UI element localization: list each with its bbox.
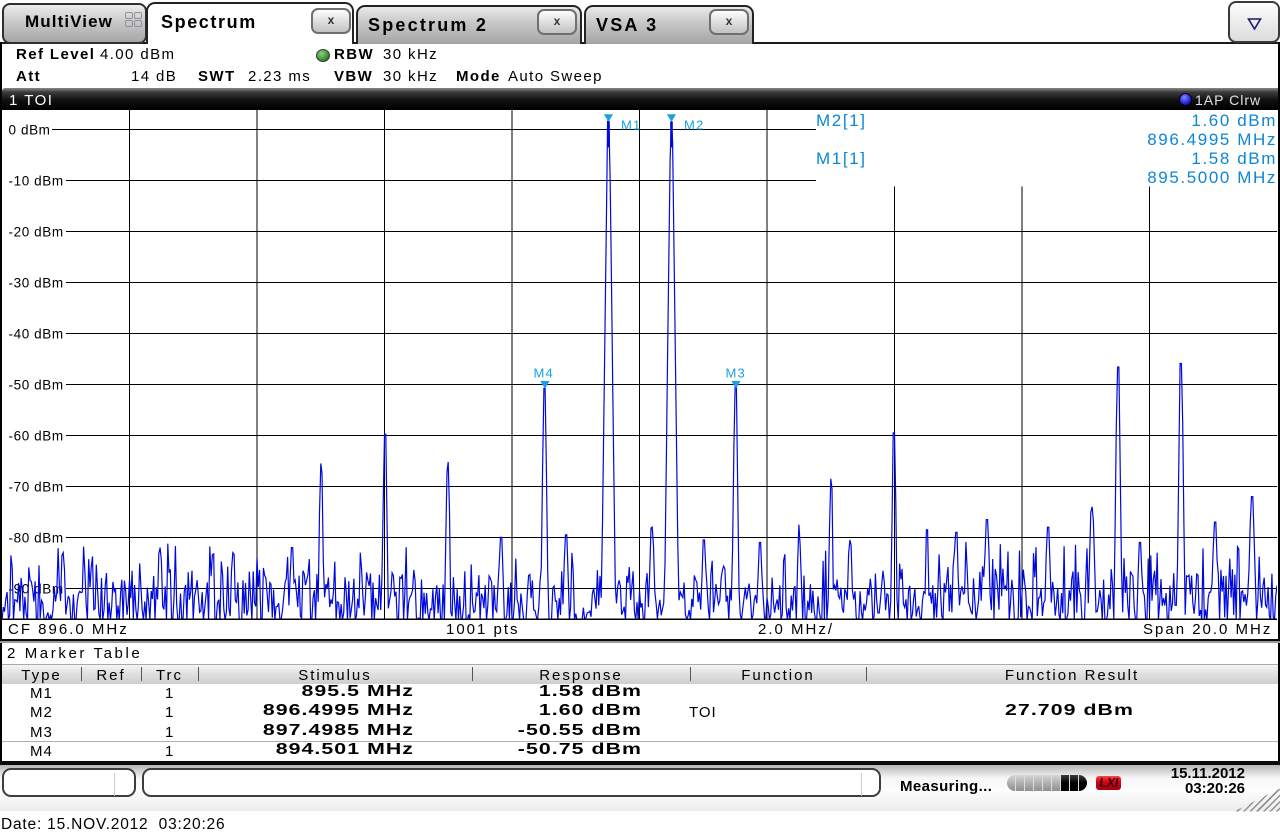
- svg-text:-30 dBm: -30 dBm: [9, 275, 64, 290]
- svg-text:M1[1]: M1[1]: [816, 149, 867, 168]
- svg-text:M2: M2: [684, 118, 704, 133]
- svg-text:M1: M1: [621, 118, 641, 133]
- svg-text:1.60 dBm: 1.60 dBm: [1191, 111, 1277, 130]
- svg-text:M4: M4: [534, 366, 554, 381]
- svg-text:-80 dBm: -80 dBm: [9, 530, 64, 545]
- svg-text:-70 dBm: -70 dBm: [9, 479, 64, 494]
- svg-text:-40 dBm: -40 dBm: [9, 326, 64, 341]
- svg-text:-60 dBm: -60 dBm: [9, 428, 64, 443]
- svg-text:-50 dBm: -50 dBm: [9, 377, 64, 392]
- svg-text:1.58 dBm: 1.58 dBm: [1191, 149, 1277, 168]
- svg-text:M3: M3: [726, 366, 746, 381]
- svg-text:895.5000 MHz: 895.5000 MHz: [1147, 168, 1277, 187]
- svg-text:896.4995 MHz: 896.4995 MHz: [1147, 130, 1277, 149]
- svg-text:-10 dBm: -10 dBm: [9, 173, 64, 188]
- svg-text:M2[1]: M2[1]: [816, 111, 867, 130]
- svg-text:-20 dBm: -20 dBm: [9, 224, 64, 239]
- svg-text:0 dBm: 0 dBm: [9, 122, 51, 137]
